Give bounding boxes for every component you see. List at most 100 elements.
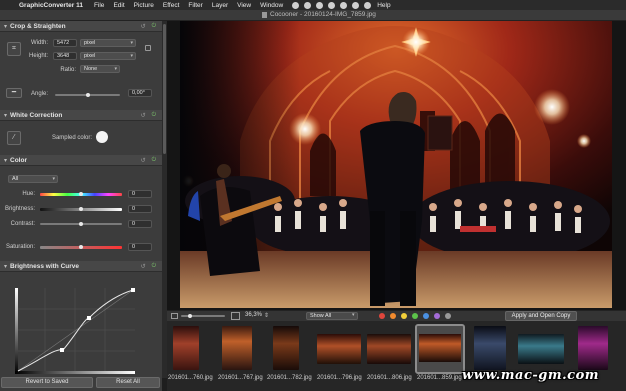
thumbnail-image-selected[interactable] [415, 324, 465, 374]
power-icon[interactable]: ⏻ [152, 157, 156, 164]
brightness-slider-knob[interactable] [79, 207, 83, 211]
angle-slider-knob[interactable] [86, 93, 90, 97]
zoom-level: 36,3% [245, 312, 263, 318]
label-green-icon[interactable] [412, 313, 418, 319]
reset-icon[interactable]: ↺ [141, 157, 146, 164]
thumbnail-image[interactable] [474, 326, 506, 370]
reset-icon[interactable]: ↺ [141, 112, 146, 119]
main-photo [180, 21, 612, 308]
width-field[interactable]: 5472 [53, 39, 77, 47]
thumbnail-label: 201601...796.jpg [317, 375, 362, 381]
user-icon[interactable] [304, 1, 312, 9]
menu-extras [292, 1, 372, 9]
tools-icon[interactable] [328, 1, 336, 9]
menu-picture[interactable]: Picture [134, 2, 154, 9]
menu-window[interactable]: Window [260, 2, 283, 9]
thumbnail-image[interactable] [222, 326, 252, 370]
brightness-label: Brightness: [4, 206, 35, 212]
lock-icon[interactable] [145, 45, 151, 51]
menu-view[interactable]: View [237, 2, 251, 9]
camera-icon[interactable] [316, 1, 324, 9]
height-field[interactable]: 3648 [53, 52, 77, 60]
contrast-field[interactable]: 0 [128, 220, 152, 228]
angle-field[interactable]: 0,00° [128, 89, 152, 97]
thumbnail-image[interactable] [367, 334, 411, 364]
window-title: Cocooner - 20160124-IMG_7859.jpg [270, 11, 376, 18]
image-small-icon[interactable] [171, 313, 178, 319]
power-icon[interactable]: ⏻ [152, 263, 156, 270]
thumbnail-label: 201601...806.jpg [367, 375, 412, 381]
settings-icon[interactable] [364, 1, 372, 9]
width-unit-select[interactable]: pixel [80, 39, 136, 47]
reset-icon[interactable]: ↺ [141, 263, 146, 270]
angle-label: Angle: [30, 91, 48, 97]
hue-field[interactable]: 0 [128, 190, 152, 198]
chevron-down-icon[interactable]: ▾ [4, 263, 7, 270]
thumbnail-label: 201601...760.jpg [168, 375, 213, 381]
chevron-down-icon[interactable]: ▾ [4, 157, 7, 164]
menu-file[interactable]: File [94, 2, 104, 9]
label-gray-icon[interactable] [445, 313, 451, 319]
revert-to-saved-button[interactable]: Revert to Saved [1, 377, 93, 388]
height-label: Height: [28, 53, 48, 59]
reset-all-button[interactable]: Reset All [96, 377, 160, 388]
saturation-label: Saturation: [5, 244, 35, 250]
image-large-icon[interactable] [231, 312, 240, 320]
thumbnail-image[interactable] [518, 334, 564, 364]
channel-select[interactable]: All [8, 175, 58, 183]
curve-editor[interactable] [15, 288, 135, 374]
section-color-title: Color [10, 156, 27, 164]
label-red-icon[interactable] [379, 313, 385, 319]
menu-edit[interactable]: Edit [113, 2, 124, 9]
section-crop-header[interactable]: ▾ Crop & Straighten ↺ ⏻ [0, 21, 162, 32]
thumbnail-image[interactable] [317, 334, 361, 364]
brightness-field[interactable]: 0 [128, 205, 152, 213]
section-color-header[interactable]: ▾ Color ↺ ⏻ [0, 155, 162, 166]
height-unit-select[interactable]: pixel [80, 52, 136, 60]
sampled-color-swatch[interactable] [96, 131, 108, 143]
brush-icon[interactable] [340, 1, 348, 9]
saturation-field[interactable]: 0 [128, 243, 152, 251]
menu-layer[interactable]: Layer [212, 2, 228, 9]
menu-help[interactable]: Help [377, 2, 390, 9]
status-icon[interactable] [292, 1, 300, 9]
menu-bar: GraphicConverter 11 File Edit Picture Ef… [0, 0, 626, 10]
zoom-stepper[interactable]: ⇕ [264, 312, 269, 319]
menu-app-name[interactable]: GraphicConverter 11 [19, 2, 83, 9]
thumbnail-label: 201601...782.jpg [267, 375, 312, 381]
bluetooth-icon[interactable] [352, 1, 360, 9]
power-icon[interactable]: ⏻ [152, 23, 156, 30]
contrast-slider-knob[interactable] [79, 222, 83, 226]
label-yellow-icon[interactable] [401, 313, 407, 319]
menu-effect[interactable]: Effect [163, 2, 180, 9]
apply-and-open-copy-button[interactable]: Apply and Open Copy [505, 311, 577, 321]
chevron-down-icon[interactable]: ▾ [4, 23, 7, 30]
reset-icon[interactable]: ↺ [141, 23, 146, 30]
chevron-down-icon[interactable]: ▾ [4, 112, 7, 119]
hue-slider-knob[interactable] [79, 192, 83, 196]
eyedropper-icon[interactable]: ⁄ [7, 131, 21, 145]
section-crop-title: Crop & Straighten [10, 22, 66, 30]
power-icon[interactable]: ⏻ [152, 112, 156, 119]
thumbnail-image[interactable] [578, 326, 608, 370]
section-curve-header[interactable]: ▾ Brightness with Curve ↺ ⏻ [0, 261, 162, 272]
menu-filter[interactable]: Filter [188, 2, 202, 9]
section-white-header[interactable]: ▾ White Correction ↺ ⏻ [0, 110, 162, 121]
concert-hall-photo [180, 21, 612, 308]
apple-logo-icon[interactable] [5, 1, 13, 9]
thumbnail-size-knob[interactable] [188, 314, 192, 318]
ratio-select[interactable]: None [80, 65, 120, 73]
site-watermark: www.mac-gm.com [462, 368, 599, 383]
thumbnail-label: 201601...767.jpg [218, 375, 263, 381]
thumbnail-image[interactable] [173, 326, 199, 370]
select-chevron-icon[interactable]: ▾ [352, 312, 355, 318]
thumbnail-image[interactable] [273, 326, 299, 370]
ratio-label: Ratio: [60, 67, 76, 73]
panel-scroll-thumb[interactable] [163, 24, 166, 154]
label-purple-icon[interactable] [434, 313, 440, 319]
label-orange-icon[interactable] [390, 313, 396, 319]
document-icon [262, 12, 267, 18]
label-blue-icon[interactable] [423, 313, 429, 319]
show-filter-select[interactable]: Show All [306, 312, 358, 320]
saturation-slider-knob[interactable] [79, 245, 83, 249]
